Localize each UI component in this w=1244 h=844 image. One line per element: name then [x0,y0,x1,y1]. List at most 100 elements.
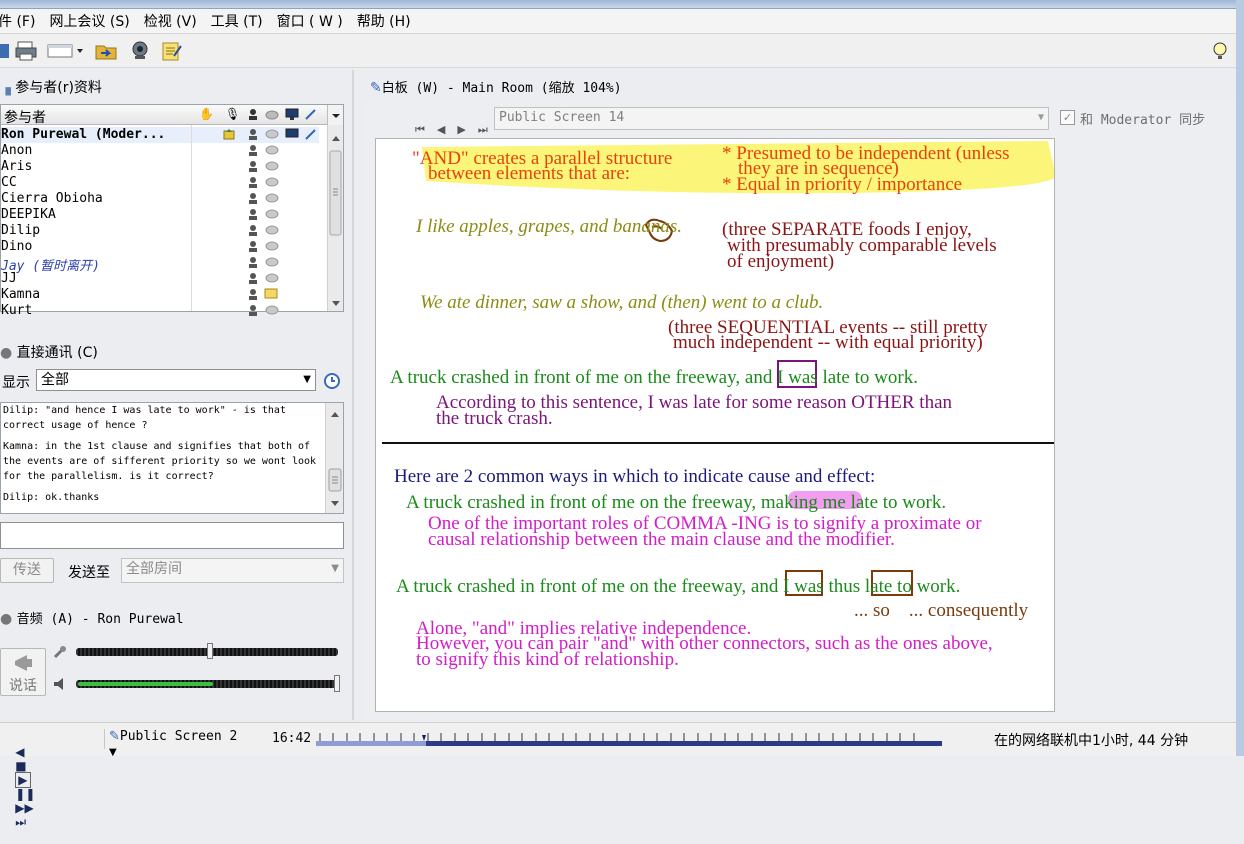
participant-row[interactable]: Ron Purewal (Moder... [1,127,319,143]
wb-line: * Equal in priority / importance [722,174,963,195]
send-to-select[interactable]: 全部房间 ▼ [121,558,344,583]
webcam-status-icon [247,208,259,220]
participant-row[interactable]: Kamna [1,287,319,303]
participant-name: Cierra Obioha [1,191,103,206]
participant-row[interactable]: DEEPIKA [1,207,319,223]
chevron-down-icon: ▼ [109,747,117,758]
chat-status-icon [265,160,279,172]
participant-row[interactable]: Dilip [1,223,319,239]
mic-column-icon[interactable]: 🎙 [225,107,240,121]
chat-bullet-icon: ● [0,345,13,361]
column-menu-button[interactable] [327,105,343,125]
chat-column-icon[interactable] [265,109,279,124]
menu-meeting[interactable]: 网上会议 (S) [49,11,129,31]
prev-screen-icon[interactable]: ◀ [437,123,457,136]
layout-dropdown-icon[interactable] [46,39,88,63]
chat-status-icon [265,144,279,156]
pencil-icon: ✎ [109,729,120,744]
print-icon[interactable] [14,39,38,63]
participants-column-name[interactable]: 参与者 [4,107,46,127]
participant-name: Ron Purewal (Moder... [1,127,166,142]
share-folder-icon[interactable] [94,39,118,63]
chat-message: Kamna: in the 1st clause and signifies t… [3,441,317,482]
wb-line: Here are 2 common ways in which to indic… [394,466,876,487]
play-icon[interactable]: ▶ [15,772,31,788]
webcam-status-icon [247,192,259,204]
speaker-slider-thumb[interactable] [334,675,340,692]
participant-row[interactable]: Cierra Obioha [1,191,319,207]
participant-name: CC [1,175,17,190]
clock-icon[interactable] [322,371,342,395]
chat-status-icon [265,128,279,140]
pane-divider[interactable] [352,70,354,720]
participant-row[interactable]: Kurt [1,303,319,319]
screen-column-icon[interactable] [285,108,299,124]
participant-name: JJ [1,271,17,286]
chat-active-icon [264,288,278,300]
webcam-column-icon[interactable] [247,108,259,124]
participant-row[interactable]: Aris [1,159,319,175]
mic-icon[interactable] [52,644,68,664]
window-frame [1236,0,1244,756]
menu-view[interactable]: 检视 (V) [144,11,197,31]
audio-title: ● 音频 (A) - Ron Purewal [0,611,184,627]
screen-select-value: Public Screen 14 [499,110,625,125]
window-title-bar [0,0,1244,9]
participant-row[interactable]: JJ [1,271,319,287]
notes-icon[interactable] [160,39,184,63]
chat-status-icon [265,224,279,236]
chat-input[interactable] [0,522,344,549]
pen-column-icon[interactable] [305,108,317,124]
send-to-label: 发送至 [68,565,110,581]
stop-icon[interactable]: ■ [15,759,26,773]
participant-name: Kurt [1,303,33,318]
rewind-icon[interactable]: ◀ [15,745,24,759]
participant-row[interactable]: CC [1,175,319,191]
show-filter-select[interactable]: 全部 ▼ [36,369,316,391]
participant-row[interactable]: Anon [1,143,319,159]
screen-select[interactable]: Public Screen 14 ▼ [494,107,1049,130]
webcam-icon[interactable] [128,39,152,63]
participant-name: DEEPIKA [1,207,56,222]
chat-scrollbar[interactable] [325,403,343,513]
participant-name: Anon [1,143,33,158]
participant-name: Kamna [1,287,41,302]
chevron-down-icon: ▼ [303,374,311,385]
whiteboard-title: ✎白板 (W) - Main Room (缩放 104%) [370,80,622,96]
next-screen-icon[interactable]: ▶ [457,123,477,136]
talk-button[interactable]: 说话 [0,648,46,696]
send-button[interactable]: 传送 [0,558,54,583]
participant-row[interactable]: Dino [1,239,319,255]
menu-help[interactable]: 帮助 (H) [357,11,411,31]
chat-status-icon [265,176,279,188]
timeline[interactable] [316,731,942,747]
mic-slider-thumb[interactable] [206,643,213,659]
menu-file[interactable]: 件 (F) [0,11,35,31]
send-to-value: 全部房间 [126,561,182,577]
participants-scrollbar[interactable] [327,125,343,311]
chat-message: Dilip: "and hence I was late to work" - … [3,405,286,431]
person-icon: ▗ [0,80,11,96]
first-screen-icon[interactable]: ⏮ [415,123,437,136]
raise-hand-icon[interactable]: ✋ [199,107,214,121]
sync-checkbox[interactable]: ✓ [1060,110,1075,125]
wb-line: of enjoyment) [727,251,835,272]
wb-line: We ate dinner, saw a show, and (then) we… [420,292,824,313]
chat-status-icon [265,256,279,268]
wb-line: I like apples, grapes, and bananas. [416,216,682,237]
help-tip-icon[interactable] [1208,39,1232,63]
menu-window[interactable]: 窗口 ( W ) [277,11,343,31]
pause-icon[interactable]: ❚❚ [15,787,35,801]
whiteboard-canvas[interactable]: "AND" creates a parallel structure betwe… [375,138,1055,712]
participant-row[interactable]: Jay (暂时离开) [1,255,319,274]
skip-end-icon[interactable]: ⏭ [15,815,26,829]
screen-dropdown[interactable]: ✎Public Screen 2 ▼ [104,729,248,758]
speaker-level-fill [78,682,213,686]
menu-tools[interactable]: 工具 (T) [211,11,263,31]
fast-forward-icon[interactable]: ▶▶ [15,801,33,815]
wb-line: to signify this kind of relationship. [416,649,679,670]
speaker-icon[interactable] [52,676,68,696]
participants-header: 参与者 ✋ 🎙 [1,105,327,127]
menu-bar: 件 (F) 网上会议 (S) 检视 (V) 工具 (T) 窗口 ( W ) 帮助… [0,9,1236,34]
webcam-status-icon [247,288,259,300]
